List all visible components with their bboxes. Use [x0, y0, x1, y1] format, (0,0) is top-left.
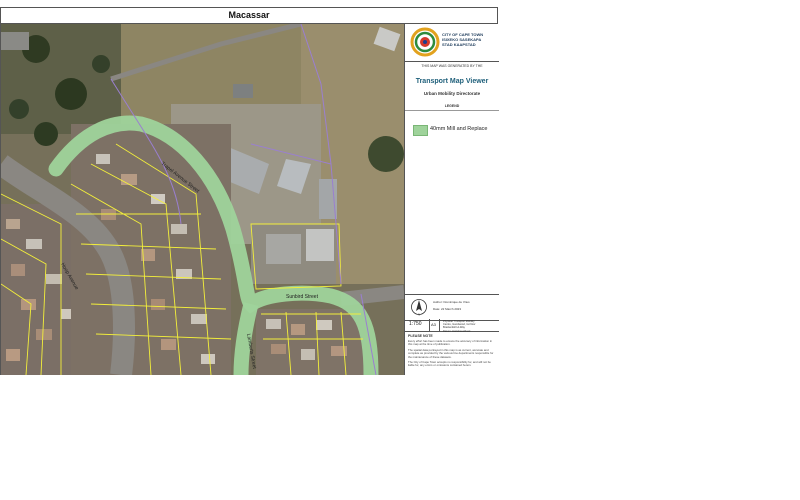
- tree: [34, 122, 58, 146]
- tree: [368, 136, 404, 172]
- logo-line-3: STAD KAAPSTAD: [442, 42, 476, 47]
- scale-row: 1:750 A3 Physical: Transport Mobility Ce…: [405, 319, 499, 333]
- meta-author: Author: Dominique de Vries: [433, 300, 470, 304]
- map-metadata: N Author: Dominique de Vries Date: 22 Ma…: [405, 294, 499, 321]
- address-block: Physical: Transport Mobility Centre, Goo…: [443, 320, 475, 333]
- divider: [439, 319, 440, 331]
- logo-block: CITY OF CAPE TOWN ISIXEKO SASEKAPA STAD …: [405, 24, 499, 62]
- parking-lot: [1, 32, 29, 50]
- tree: [55, 78, 87, 110]
- note-item: The City of Cape Town accepts no respons…: [408, 360, 491, 368]
- tree: [9, 99, 29, 119]
- disclaimer-notes: Every effort has been made to ensure the…: [408, 339, 496, 370]
- legend-label-mill-replace: 40mm Mill and Replace: [430, 126, 488, 132]
- note-item: Every effort has been made to ensure the…: [408, 339, 493, 347]
- legend-swatch-mill-replace: [413, 125, 428, 136]
- aerial-map[interactable]: Trapel Avenue Street Hoop Avenue Sunbird…: [1, 24, 404, 375]
- north-arrow-icon: N: [411, 299, 427, 317]
- map-canvas[interactable]: Trapel Avenue Street Hoop Avenue Sunbird…: [1, 24, 404, 375]
- road-label-sunbird: Sunbird Street: [286, 294, 319, 300]
- note-item: The spatial data portrayed in this map i…: [408, 347, 494, 359]
- map-title: Macassar: [1, 8, 497, 24]
- meta-text: Author: Dominique de Vries Date: 22 Marc…: [433, 299, 470, 313]
- residential-south: [256, 309, 366, 375]
- directorate-label: Urban Mobility Directorate: [423, 91, 481, 96]
- generated-note: THIS MAP WAS GENERATED BY THE: [421, 64, 483, 68]
- notes-heading: PLEASE NOTE: [408, 334, 433, 338]
- viewer-title: Transport Map Viewer: [415, 78, 489, 85]
- svg-text:N: N: [418, 313, 420, 317]
- tree: [92, 55, 110, 73]
- paper-size: A3: [431, 322, 436, 327]
- city-logo-icon: [410, 27, 440, 57]
- building-roof: [306, 229, 334, 261]
- building-roof: [266, 234, 301, 264]
- building-roof: [233, 84, 253, 98]
- map-sheet: Macassar Trapel Avenue Street Hoop Avenu…: [0, 7, 499, 375]
- logo-wordmark: CITY OF CAPE TOWN ISIXEKO SASEKAPA STAD …: [442, 32, 483, 47]
- legend-heading: LEGEND: [405, 104, 499, 111]
- meta-date: Date: 22 March 2023: [433, 307, 462, 311]
- address-line: Datum: Hartebeesthoek: [443, 329, 471, 333]
- map-info-panel: CITY OF CAPE TOWN ISIXEKO SASEKAPA STAD …: [404, 24, 499, 375]
- divider: [429, 319, 430, 331]
- map-scale: 1:750: [409, 321, 422, 327]
